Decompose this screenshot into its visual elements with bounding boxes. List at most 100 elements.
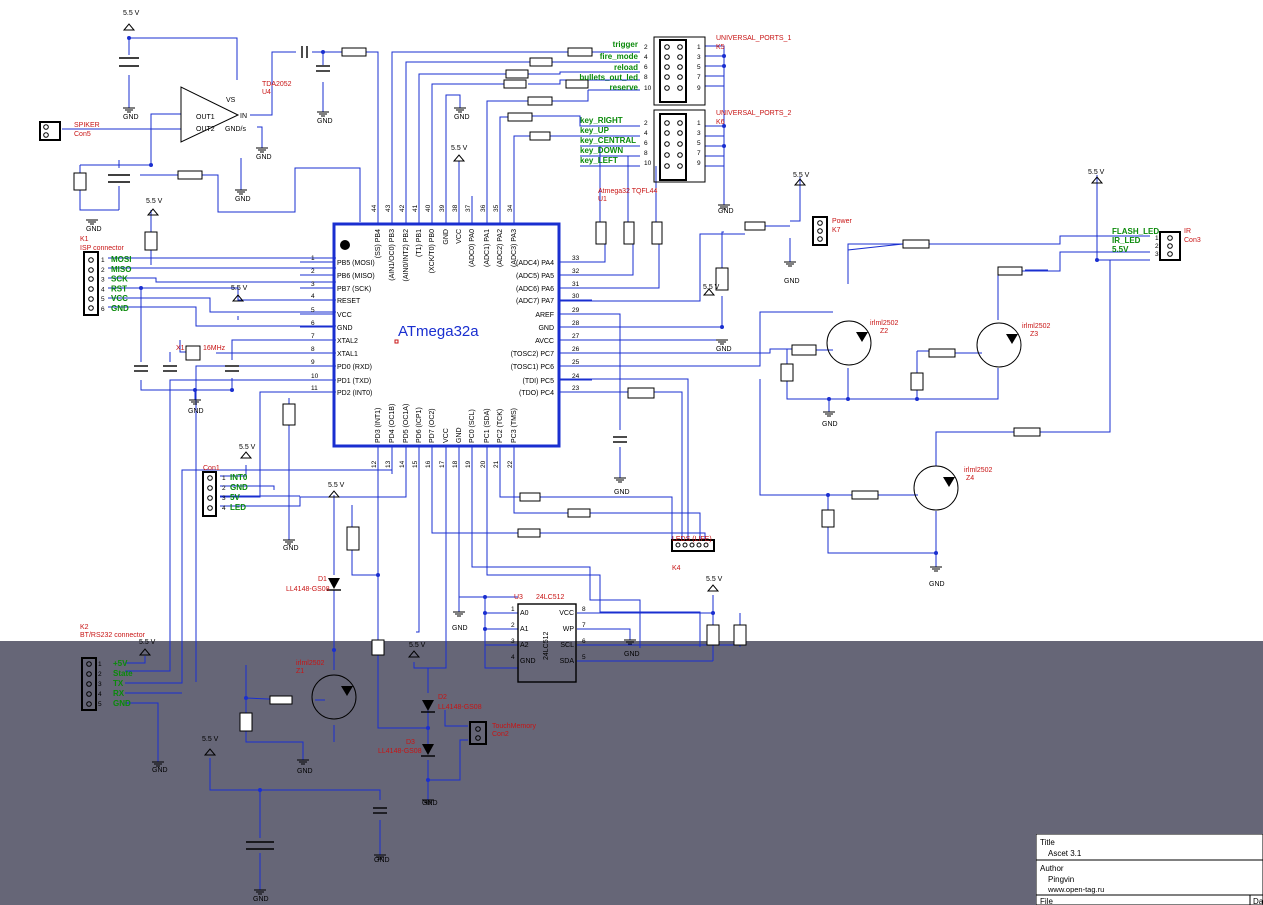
eeprom-name: 24LC512 <box>536 594 565 601</box>
z4-ref: Z4 <box>966 475 974 482</box>
ir-title: IR <box>1184 228 1191 235</box>
port1-pin-num: 1 <box>697 44 701 51</box>
ports1-title: UNIVERSAL_PORTS_1 <box>716 35 791 42</box>
power-title: Power <box>832 218 853 225</box>
port1-net: reload <box>614 63 638 72</box>
mcu-pin-num: 39 <box>439 204 446 212</box>
ir-net: 5.5V <box>1112 245 1129 254</box>
spiker-header <box>39 121 61 141</box>
mcu-pin-name: (ADC5) PA5 <box>516 273 554 280</box>
extra-label: Da <box>1253 897 1263 905</box>
touch-title: TouchMemory <box>492 723 536 730</box>
ir-ref: Con3 <box>1184 237 1201 244</box>
con1-net: LED <box>230 503 246 512</box>
port1-net: reserve <box>610 83 639 92</box>
eeprom-ref: U3 <box>514 594 523 601</box>
gnd-label: GND <box>374 857 390 864</box>
power-label: 5.5 V <box>139 639 156 646</box>
ir-pin-num: 3 <box>1155 251 1159 258</box>
mcu-pin-num: 37 <box>465 204 472 212</box>
mcu-pin-num: 33 <box>572 255 580 262</box>
gnd-label: GND <box>283 545 299 552</box>
mcu-pin-num: 16 <box>425 460 432 468</box>
isp-ref: K1 <box>80 236 89 243</box>
d1-ref: D1 <box>318 576 327 583</box>
mcu-pin-name: PD3 (INT1) <box>375 408 382 443</box>
eeprom-pin-num: 2 <box>511 622 515 629</box>
port2-net: key_CENTRAL <box>580 136 636 145</box>
bt-net: TX <box>113 679 124 688</box>
mcu-pin-name: AREF <box>535 312 554 319</box>
mcu-pin-num: 22 <box>507 460 514 468</box>
con1-ref: Con1 <box>203 465 220 472</box>
eeprom-pin-name: VCC <box>559 610 574 617</box>
port2-net: key_LEFT <box>580 156 618 165</box>
eeprom-pin-name: GND <box>520 658 536 665</box>
mcu-pin-num: 34 <box>507 204 514 212</box>
mcu-right-pins: 33 (ADC4) PA4 32 (ADC5) PA5 31 (ADC6) PA6 30 (A… <box>511 255 592 397</box>
gnd-label: GND <box>929 581 945 588</box>
bt-net: State <box>113 669 133 678</box>
bt-net: +5V <box>113 659 128 668</box>
mcu-pin-num: 13 <box>385 460 392 468</box>
gnd-label: GND <box>716 346 732 353</box>
leds-title: LEDS (LIFE) <box>672 536 712 543</box>
title-value: Ascet 3.1 <box>1048 849 1082 858</box>
con1-net: INT0 <box>230 473 248 482</box>
mcu-pin-name: GND <box>456 427 463 443</box>
mcu-pin-num: 30 <box>572 293 580 300</box>
mcu-pin-num: 15 <box>412 460 419 468</box>
mcu-pin-num: 40 <box>425 204 432 212</box>
mcu-pin-name: VCC <box>337 312 352 319</box>
ports2-title: UNIVERSAL_PORTS_2 <box>716 110 791 117</box>
ir-pin-num: 1 <box>1155 235 1159 242</box>
leds-ref: K4 <box>672 565 681 572</box>
port1-pin-num: 6 <box>644 64 648 71</box>
ports1-nets: trigger fire_modereloadbullets_out_ledres… <box>579 40 701 92</box>
ir-net: IR_LED <box>1112 236 1141 245</box>
gnd-label: GND <box>614 489 630 496</box>
bt-pin-num: 3 <box>98 681 102 688</box>
isp-net: MISO <box>111 265 131 274</box>
eeprom-pin-name: A2 <box>520 642 529 649</box>
mcu-pin-num: 32 <box>572 268 580 275</box>
touch-ref: Con2 <box>492 731 509 738</box>
con1-net: 5V <box>230 493 240 502</box>
d2-ref: D2 <box>438 694 447 701</box>
isp-net: RST <box>111 284 127 293</box>
gnd-label: GND <box>452 625 468 632</box>
origin-marker <box>394 339 399 344</box>
mcu-bottom-pins: 12 PD3 (INT1) 13 PD4 (OC1B) 14 PD5 (OC1A) 15 PD… <box>371 404 518 474</box>
amp-name: TDA2052 <box>262 81 292 88</box>
port2-pin-num: 8 <box>644 150 648 157</box>
ports1-ref: K5 <box>716 44 725 51</box>
amp-pin-gnd: GND/s <box>225 126 247 133</box>
mcu-pin-name: PB6 (MISO) <box>337 273 375 280</box>
amp-pin-in: IN <box>240 113 247 120</box>
mcu-pin-name: PC1 (SDA) <box>484 408 491 443</box>
power-label: 5.5 V <box>703 284 720 291</box>
mcu-pin-name: (ADC4) PA4 <box>516 260 554 267</box>
port2-net: key_UP <box>580 126 610 135</box>
eeprom-pin-name: SDA <box>560 658 575 665</box>
eeprom-pin-num: 5 <box>582 654 586 661</box>
eeprom-pin-num: 3 <box>511 638 515 645</box>
mcu-pin-name: XTAL1 <box>337 351 358 358</box>
mcu-pin-num: 23 <box>572 385 580 392</box>
mcu-pin-name: (AIN1/OC0) PB3 <box>389 229 396 281</box>
mcu-pin-num: 9 <box>311 359 315 366</box>
mcu-pin-name: (TOSC2) PC7 <box>511 351 555 358</box>
mcu-pin-name: PC2 (TCK) <box>497 409 504 443</box>
mcu-pin-num: 43 <box>385 204 392 212</box>
wires <box>62 37 1150 890</box>
amp-ref: U4 <box>262 89 271 96</box>
mcu-pin-num: 21 <box>493 460 500 468</box>
mcu-pin-num: 6 <box>311 320 315 327</box>
author-value: Pingvin <box>1048 875 1074 884</box>
port1-pin-num: 7 <box>697 74 701 81</box>
power-ref: K7 <box>832 227 841 234</box>
amp-pin-out1: OUT1 <box>196 114 215 121</box>
x1-ref: X1 <box>176 345 185 352</box>
con1-pin-num: 4 <box>222 505 226 512</box>
mcu-pin-name: (T1) PB1 <box>416 229 423 257</box>
